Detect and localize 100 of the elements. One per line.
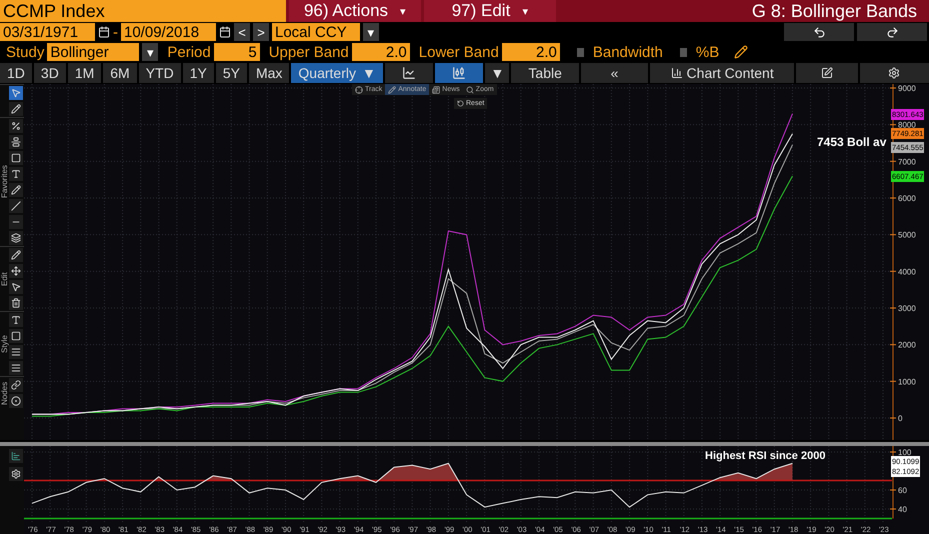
- checkbox[interactable]: [680, 48, 687, 56]
- dropdown-button[interactable]: ▾: [363, 23, 379, 41]
- section-label: Favorites: [0, 164, 9, 200]
- layers-icon: [11, 233, 21, 243]
- tool-button[interactable]: [9, 467, 23, 481]
- checkbox[interactable]: [576, 48, 584, 56]
- y-axis-label: 40: [898, 505, 907, 514]
- section-label: Edit: [0, 271, 9, 288]
- date-separator: -: [113, 24, 118, 40]
- section-label: Nodes: [0, 380, 9, 407]
- currency-dropdown[interactable]: Local CCY: [272, 23, 360, 41]
- settings-button[interactable]: [860, 63, 929, 83]
- bar-chart-icon: [452, 66, 466, 80]
- next-button[interactable]: >: [253, 23, 269, 41]
- crosshair-icon: [355, 86, 363, 94]
- axis-label: 2000: [898, 340, 916, 350]
- pointer-icon: [11, 88, 21, 98]
- redo-icon: [886, 26, 898, 38]
- pencil-icon: [11, 104, 21, 114]
- link-icon: [11, 380, 21, 390]
- period-tab[interactable]: 1D: [0, 63, 32, 83]
- checkbox-label: Bandwidth: [592, 44, 663, 60]
- tool-button[interactable]: [9, 135, 23, 149]
- trash-icon: [11, 298, 21, 308]
- square-icon: [11, 331, 21, 341]
- pencil-icon[interactable]: [734, 45, 748, 59]
- tool-button[interactable]: [9, 329, 23, 343]
- axis-label: 8000: [898, 120, 916, 130]
- number-field[interactable]: 5: [214, 43, 260, 61]
- levels-icon: [11, 137, 21, 147]
- node-icon: [11, 396, 21, 406]
- period-tab[interactable]: Quarterly ▼: [291, 63, 383, 83]
- period-tab[interactable]: 1Y: [182, 63, 214, 83]
- tool-button[interactable]: [9, 378, 23, 392]
- undo-icon: [812, 26, 826, 38]
- tool-button[interactable]: [9, 449, 23, 463]
- edit-button[interactable]: [796, 63, 858, 83]
- tool-button[interactable]: [9, 296, 23, 310]
- tool-button[interactable]: [9, 215, 23, 229]
- y-axis-label: 60: [898, 486, 907, 495]
- calendar-icon[interactable]: [98, 26, 110, 38]
- dropdown-button[interactable]: ▾: [142, 43, 158, 61]
- tool-button[interactable]: [9, 345, 23, 359]
- start-date-field[interactable]: 03/31/1971: [0, 23, 95, 41]
- tool-button[interactable]: [9, 167, 23, 181]
- end-date-field[interactable]: 10/09/2018: [121, 23, 216, 41]
- tool-button[interactable]: [9, 248, 23, 262]
- tool-button[interactable]: [9, 264, 23, 278]
- number-field[interactable]: 2.0: [352, 43, 410, 61]
- pencil-icon: [388, 86, 396, 94]
- period-tab[interactable]: 6M: [103, 63, 137, 83]
- edit-icon: [820, 67, 833, 79]
- news-icon: [432, 86, 440, 94]
- tool-button[interactable]: [9, 151, 23, 165]
- undo-button[interactable]: [784, 23, 854, 41]
- tool-button[interactable]: [9, 313, 23, 327]
- field-label: Period: [167, 44, 211, 60]
- period-tab[interactable]: 3D: [34, 63, 66, 83]
- period-tab[interactable]: 5Y: [216, 63, 247, 83]
- collapse-button[interactable]: «: [580, 63, 648, 83]
- pointer-icon: [11, 282, 21, 292]
- tool-button[interactable]: [9, 280, 23, 294]
- tool-button[interactable]: [9, 102, 23, 116]
- tool-button[interactable]: [9, 199, 23, 213]
- number-field[interactable]: 2.0: [502, 43, 560, 61]
- window-title: G 8: Bollinger Bands: [752, 0, 918, 22]
- text-icon: [11, 169, 21, 179]
- settings-icon: [11, 469, 21, 479]
- tool-button[interactable]: [9, 394, 23, 408]
- axis-label: 5000: [898, 230, 916, 240]
- lines-icon: [11, 347, 21, 357]
- chart-content-button[interactable]: Chart Content: [650, 63, 794, 83]
- table-button[interactable]: Table: [511, 63, 579, 83]
- percent-icon: [11, 121, 21, 131]
- period-tab[interactable]: Max: [248, 63, 290, 83]
- previous-button[interactable]: <: [234, 23, 250, 41]
- study-dropdown[interactable]: Bollinger: [47, 43, 140, 61]
- axis-label: 9000: [898, 84, 916, 93]
- chart-type-button[interactable]: [384, 63, 434, 83]
- checkbox-label: %B: [696, 44, 720, 60]
- axis-label: 1000: [898, 377, 916, 386]
- redo-button[interactable]: [857, 23, 927, 41]
- chart-icon: [11, 451, 21, 461]
- lines-icon: [11, 363, 21, 373]
- axis-label: 6000: [898, 194, 916, 203]
- line-chart-icon: [402, 66, 416, 80]
- menu-button[interactable]: 97) Edit ▾: [424, 0, 556, 22]
- section-label: Style: [0, 334, 9, 355]
- square-icon: [11, 153, 21, 163]
- period-tab[interactable]: 1M: [68, 63, 102, 83]
- dropdown-button[interactable]: ▼: [485, 63, 510, 83]
- calendar-icon[interactable]: [219, 26, 231, 38]
- tool-button[interactable]: [9, 183, 23, 197]
- tool-button[interactable]: [9, 231, 23, 245]
- ticker-field[interactable]: CCMP Index: [0, 0, 286, 22]
- tool-button[interactable]: [9, 119, 23, 133]
- reset-icon: [457, 100, 464, 107]
- menu-button[interactable]: 96) Actions ▾: [289, 0, 421, 22]
- tool-button[interactable]: [9, 361, 23, 375]
- period-tab[interactable]: YTD: [138, 63, 181, 83]
